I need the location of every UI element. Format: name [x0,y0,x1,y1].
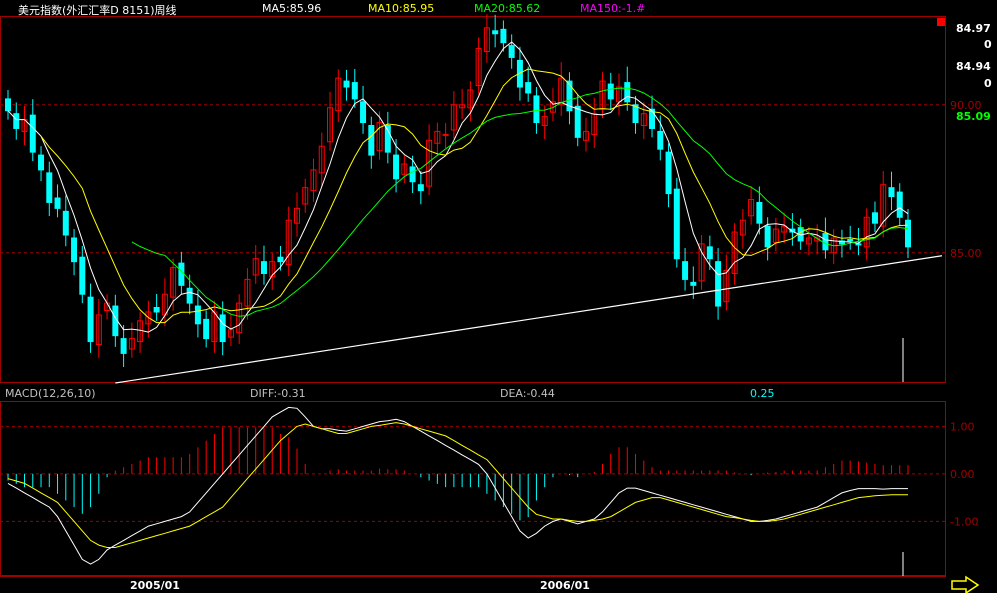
macd-diff-line [7,406,908,565]
candle-body [417,184,424,192]
candle-body [492,30,499,35]
price-marker-square [937,18,945,26]
candle-body [624,82,631,103]
candle-body [764,225,771,248]
candle-body [574,105,581,138]
candle-body [657,130,664,150]
candle-body [194,305,201,325]
price-tick-label: 90.00 [950,99,982,112]
x-tick-label-2006: 2006/01 [540,579,590,592]
candle-body [393,154,400,180]
candle-body [690,281,697,286]
macd-tick-label: -1.00 [950,515,978,528]
candle-body [46,172,53,203]
candle-body [360,101,367,124]
candle-body [706,246,713,260]
arrow-right-shape [951,575,980,593]
candle-body [29,114,36,153]
x-tick-label-2005: 2005/01 [130,579,180,592]
candle-body [533,95,540,124]
candle-body [822,233,829,251]
candle-body [5,98,11,112]
macd-tick-label: 1.00 [950,420,975,433]
candle-body [203,318,210,340]
candle-body [525,82,532,94]
candle-body [343,80,350,88]
candle-body [38,154,45,171]
candle-body [87,296,94,343]
macd-panel-frame [0,401,946,576]
candle-body [905,219,911,248]
candle-body [178,262,185,286]
ma5-line [7,41,909,333]
price-tick-label: 85.00 [950,247,982,260]
candle-body [153,307,160,313]
candle-body [855,243,862,246]
candle-body [756,201,763,224]
chart-canvas: 90.00 85.00 1.00 0.00 -1.00 2005/01 2006/01 [0,14,982,593]
candle-body [260,261,267,274]
candle-body [79,256,86,295]
macd-tick-label: 0.00 [950,468,975,481]
candle-body [607,83,614,100]
candle-body [186,287,193,304]
candle-body [500,28,507,44]
candle-body [896,191,903,218]
candle-body [442,133,449,136]
candle-body [715,261,722,307]
candle-body [673,188,680,260]
candle-body [409,166,416,183]
candle-body [682,261,689,280]
candle-body [120,338,127,354]
candle-body [665,151,672,195]
candle-body [277,256,284,263]
candle-body [351,82,358,100]
candle-body [368,125,375,156]
candle-body [847,238,854,242]
candle-body [62,210,69,236]
candle-body [13,113,20,129]
arrow-right-icon[interactable] [951,575,980,593]
candle-body [888,187,895,198]
candle-body [54,197,61,209]
candle-body [871,212,878,224]
candle-body [71,237,78,263]
ma20-line [131,87,909,317]
candle-body [508,45,515,58]
candle-body [219,314,226,343]
